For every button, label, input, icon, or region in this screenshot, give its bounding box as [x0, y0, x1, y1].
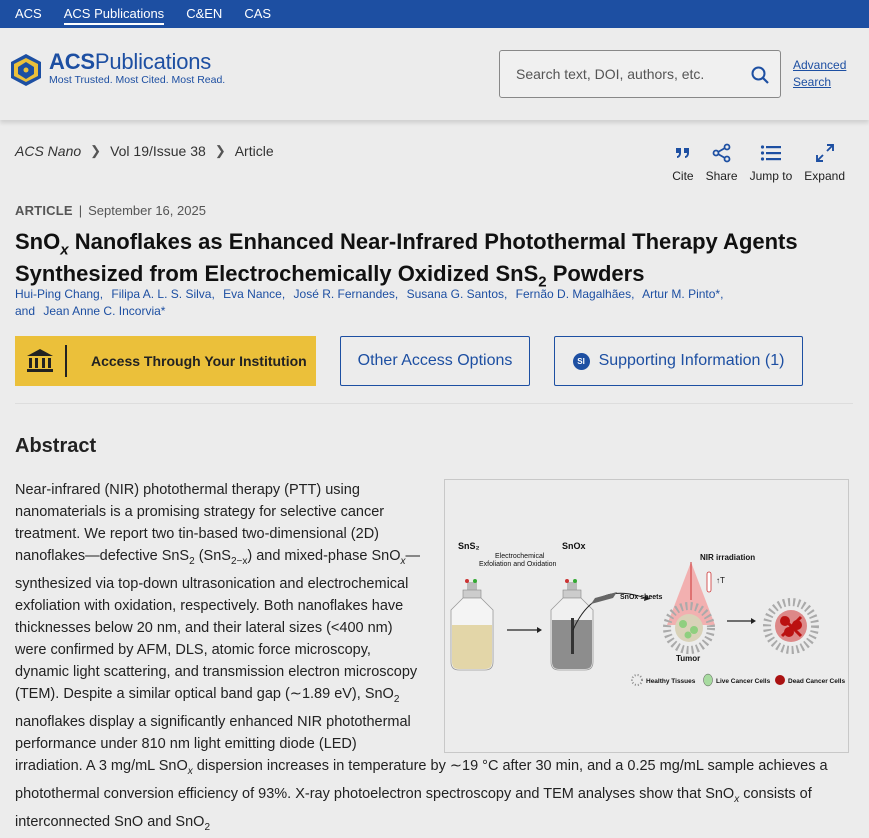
breadcrumb-issue[interactable]: Vol 19/Issue 38 [110, 143, 206, 159]
bottle-snox-icon [550, 579, 594, 671]
nav-cen[interactable]: C&EN [186, 0, 222, 28]
breadcrumb-journal[interactable]: ACS Nano [15, 143, 81, 159]
article-meta: ARTICLE | September 16, 2025 [15, 203, 206, 218]
expand-icon [815, 144, 834, 162]
bottle-sns2-icon [450, 579, 494, 671]
expand-button[interactable]: Expand [798, 143, 851, 183]
divider [15, 403, 853, 404]
search-icon[interactable] [750, 65, 770, 85]
logo-tagline: Most Trusted. Most Cited. Most Read. [49, 74, 226, 86]
article-tools: Cite Share Jump to Expand [666, 143, 851, 183]
search-input[interactable] [500, 51, 740, 97]
acs-publications-logo[interactable]: ACSPublications Most Trusted. Most Cited… [8, 50, 225, 88]
nav-cas[interactable]: CAS [244, 0, 271, 28]
fig-label-process-1: Electrochemical [495, 553, 545, 560]
site-header: ACSPublications Most Trusted. Most Cited… [0, 28, 869, 120]
author-link[interactable]: Fernão D. Magalhães, [516, 287, 635, 301]
advanced-search-link[interactable]: Advanced Search [793, 57, 846, 91]
publication-date: September 16, 2025 [88, 203, 206, 218]
fig-label-sns2: SnS₂ [458, 541, 480, 551]
institution-access-button[interactable]: Access Through Your Institution [15, 336, 316, 386]
fig-label-tumor: Tumor [676, 654, 700, 663]
fig-label-sheets: SnOx sheets [620, 594, 663, 601]
share-button[interactable]: Share [700, 143, 744, 183]
cite-button[interactable]: Cite [666, 143, 699, 183]
jump-to-button[interactable]: Jump to [744, 143, 799, 183]
author-link[interactable]: Jean Anne C. Incorvia* [43, 304, 165, 318]
author-link[interactable]: José R. Fernandes, [294, 287, 399, 301]
nav-acs-publications[interactable]: ACS Publications [63, 0, 165, 28]
chevron-right-icon: ❯ [214, 143, 226, 158]
acs-hexagon-logo-icon [11, 54, 41, 86]
thermometer-icon [706, 571, 712, 593]
snox-sheet-icon [591, 592, 617, 604]
abstract-body: SnS₂ SnOx Electrochemical Exfoliation an… [15, 479, 865, 838]
author-link[interactable]: Artur M. Pinto*, [642, 287, 723, 301]
fig-label-temp: ↑T [716, 576, 725, 585]
author-link[interactable]: Susana G. Santos, [407, 287, 508, 301]
legend-healthy: Healthy Tissues [646, 678, 696, 685]
author-list: Hui-Ping Chang, Filipa A. L. S. Silva, E… [15, 286, 735, 320]
article-type: ARTICLE [15, 203, 73, 218]
institution-icon [27, 349, 53, 372]
toc-graphic-image: SnS₂ SnOx Electrochemical Exfoliation an… [450, 541, 845, 687]
author-link[interactable]: Filipa A. L. S. Silva, [111, 287, 214, 301]
abstract-graphic[interactable]: SnS₂ SnOx Electrochemical Exfoliation an… [444, 479, 849, 753]
fig-label-nir: NIR irradiation [700, 553, 755, 562]
breadcrumb-type: Article [234, 143, 274, 159]
fig-label-process-2: Exfoliation and Oxidation [479, 561, 557, 568]
author-conjunction: and [15, 304, 36, 318]
author-link[interactable]: Eva Nance, [223, 287, 285, 301]
quote-icon [675, 148, 689, 158]
fig-label-snox: SnOx [562, 541, 586, 551]
si-badge-icon: SI [572, 352, 590, 370]
logo-title: ACSPublications [49, 49, 212, 74]
supporting-information-button[interactable]: SI Supporting Information (1) [554, 336, 803, 386]
legend-dead: Dead Cancer Cells [788, 678, 845, 685]
breadcrumb: ACS Nano ❯ Vol 19/Issue 38 ❯ Article [15, 143, 274, 159]
nav-acs[interactable]: ACS [15, 0, 42, 28]
button-divider [65, 345, 67, 377]
author-link[interactable]: Hui-Ping Chang, [15, 287, 103, 301]
abstract-heading: Abstract [15, 435, 97, 457]
other-access-options-button[interactable]: Other Access Options [340, 336, 530, 386]
top-nav: ACS ACS Publications C&EN CAS [0, 0, 869, 28]
search-box [499, 50, 781, 98]
chevron-right-icon: ❯ [90, 143, 102, 158]
legend-live: Live Cancer Cells [716, 678, 771, 685]
list-icon [760, 145, 781, 161]
share-icon [712, 143, 730, 163]
